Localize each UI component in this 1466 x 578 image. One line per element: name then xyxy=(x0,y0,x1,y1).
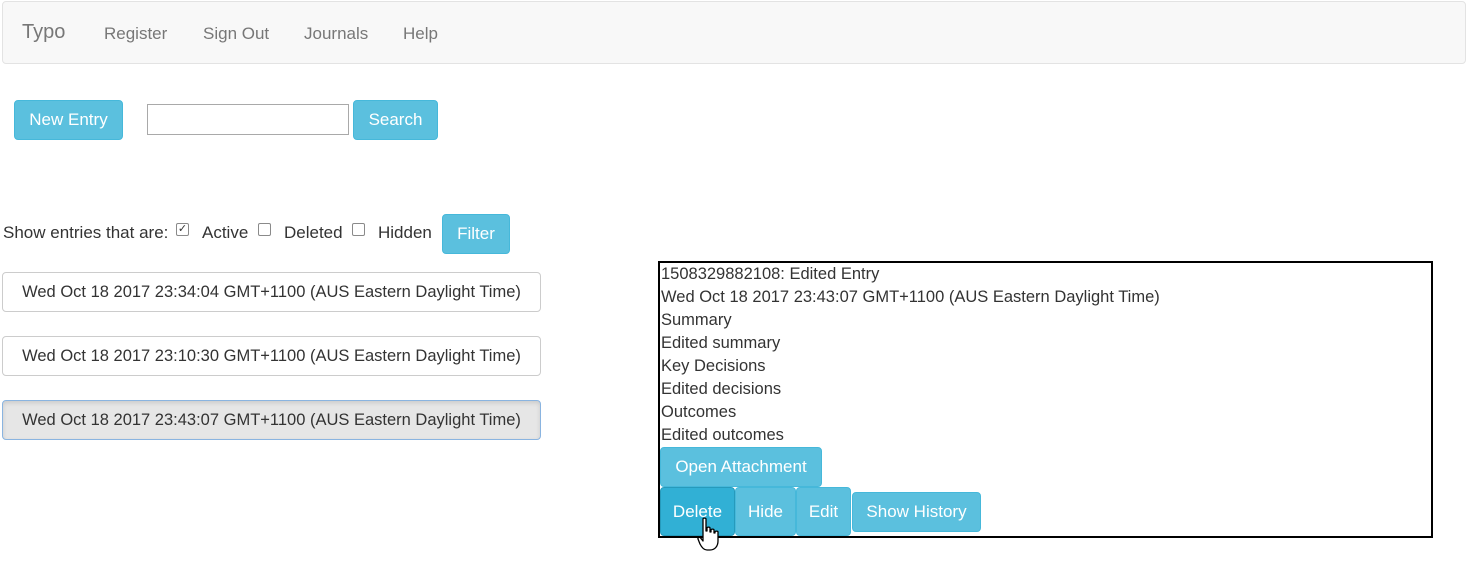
entry-timestamp: Wed Oct 18 2017 23:43:07 GMT+1100 (AUS E… xyxy=(661,288,1160,306)
outcomes-heading: Outcomes xyxy=(661,403,737,421)
filter-prompt: Show entries that are: xyxy=(3,223,169,242)
active-checkbox[interactable]: ✓ xyxy=(176,223,189,236)
edit-button[interactable]: Edit xyxy=(796,487,851,536)
key-decisions-text: Edited decisions xyxy=(661,380,782,398)
deleted-checkbox[interactable] xyxy=(258,223,271,236)
nav-register-link[interactable]: Register xyxy=(104,24,167,44)
navbar: Typo Register Sign Out Journals Help xyxy=(2,1,1466,64)
entry-item-selected[interactable]: Wed Oct 18 2017 23:43:07 GMT+1100 (AUS E… xyxy=(2,400,541,440)
search-button[interactable]: Search xyxy=(353,100,438,140)
brand-link[interactable]: Typo xyxy=(22,21,65,44)
summary-heading: Summary xyxy=(661,311,732,329)
entry-item[interactable]: Wed Oct 18 2017 23:10:30 GMT+1100 (AUS E… xyxy=(2,336,541,376)
hide-button[interactable]: Hide xyxy=(735,487,796,536)
open-attachment-button[interactable]: Open Attachment xyxy=(660,447,822,487)
entry-id-title: 1508329882108: Edited Entry xyxy=(661,265,880,283)
new-entry-button[interactable]: New Entry xyxy=(14,100,123,140)
show-history-button[interactable]: Show History xyxy=(852,492,981,532)
nav-sign-out-link[interactable]: Sign Out xyxy=(203,24,269,44)
nav-help-link[interactable]: Help xyxy=(403,24,438,44)
nav-journals-link[interactable]: Journals xyxy=(304,24,368,44)
search-input[interactable] xyxy=(147,104,349,135)
summary-text: Edited summary xyxy=(661,334,781,352)
key-decisions-heading: Key Decisions xyxy=(661,357,766,375)
active-label: Active xyxy=(202,223,249,242)
hand-pointer-icon xyxy=(697,517,719,551)
outcomes-text: Edited outcomes xyxy=(661,426,784,444)
hidden-label: Hidden xyxy=(378,223,432,242)
hidden-checkbox[interactable] xyxy=(352,223,365,236)
entry-item[interactable]: Wed Oct 18 2017 23:34:04 GMT+1100 (AUS E… xyxy=(2,272,541,312)
deleted-label: Deleted xyxy=(284,223,343,242)
filter-button[interactable]: Filter xyxy=(442,214,510,254)
